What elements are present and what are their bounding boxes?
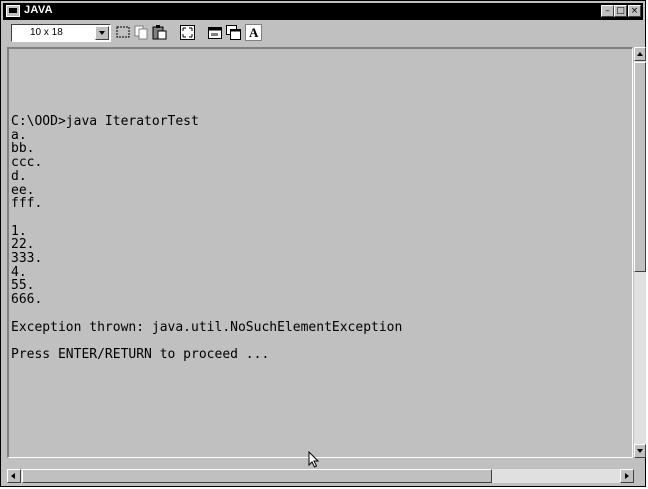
font-size-select[interactable]: 10 x 18 — [11, 24, 111, 42]
scroll-left-icon[interactable] — [7, 469, 21, 483]
properties-icon — [208, 27, 222, 39]
console-line: 666. — [11, 292, 43, 308]
minimize-icon: – — [605, 6, 610, 16]
fullscreen-icon — [180, 25, 195, 40]
vertical-scrollbar[interactable] — [634, 47, 646, 458]
copy-icon — [134, 25, 148, 40]
console-line: fff. — [11, 196, 43, 212]
close-button[interactable]: × — [628, 5, 641, 17]
maximize-icon: □ — [616, 6, 625, 16]
close-icon: × — [630, 6, 639, 16]
console-text: C:\OOD>java IteratorTest a. bb. ccc. d. ee. ff… — [11, 115, 402, 362]
console-window-icon[interactable] — [6, 5, 20, 17]
mark-button[interactable] — [115, 24, 132, 41]
paste-icon — [152, 25, 167, 40]
font-size-value: 10 x 18 — [30, 27, 63, 38]
console-window: JAVA – □ × 10 x 18 A C:\OOD>java Iterato… — [0, 0, 646, 487]
vertical-scroll-thumb[interactable] — [634, 62, 646, 272]
fullscreen-button[interactable] — [179, 24, 196, 41]
background-icon — [226, 25, 241, 40]
chevron-down-icon[interactable] — [95, 26, 109, 40]
scroll-down-icon[interactable] — [634, 444, 646, 458]
background-button[interactable] — [225, 24, 242, 41]
font-button[interactable]: A — [245, 24, 262, 41]
console-line: ccc. — [11, 155, 43, 171]
console-line: 4. — [11, 264, 27, 280]
console-line: 22. — [11, 237, 35, 253]
window-title: JAVA — [24, 4, 53, 16]
horizontal-scrollbar[interactable] — [7, 469, 634, 483]
horizontal-scroll-thumb[interactable] — [22, 469, 492, 483]
console-line: 333. — [11, 251, 43, 267]
minimize-button[interactable]: – — [601, 5, 614, 17]
console-line: C:\OOD>java IteratorTest — [11, 114, 199, 129]
scroll-right-icon[interactable] — [620, 469, 634, 483]
console-line: ee. — [11, 182, 35, 198]
console-line: d. — [11, 168, 27, 184]
title-bar[interactable]: JAVA – □ × — [3, 3, 643, 20]
mouse-pointer-icon — [308, 451, 320, 468]
mark-icon — [116, 26, 130, 38]
console-line: Press ENTER/RETURN to proceed ... — [11, 346, 270, 362]
console-line: 55. — [11, 278, 35, 294]
console-line: 1. — [11, 223, 27, 239]
font-icon: A — [249, 25, 259, 40]
console-output-area[interactable]: C:\OOD>java IteratorTest a. bb. ccc. d. ee. ff… — [7, 47, 633, 458]
paste-button[interactable] — [151, 24, 168, 41]
console-line: a. — [11, 127, 27, 143]
console-line: bb. — [11, 141, 35, 157]
maximize-button[interactable]: □ — [614, 5, 627, 17]
toolbar: 10 x 18 A — [3, 21, 643, 45]
properties-button[interactable] — [207, 24, 224, 41]
console-line: Exception thrown: java.util.NoSuchElemen… — [11, 319, 403, 335]
scroll-up-icon[interactable] — [634, 47, 646, 61]
copy-button[interactable] — [133, 24, 150, 41]
